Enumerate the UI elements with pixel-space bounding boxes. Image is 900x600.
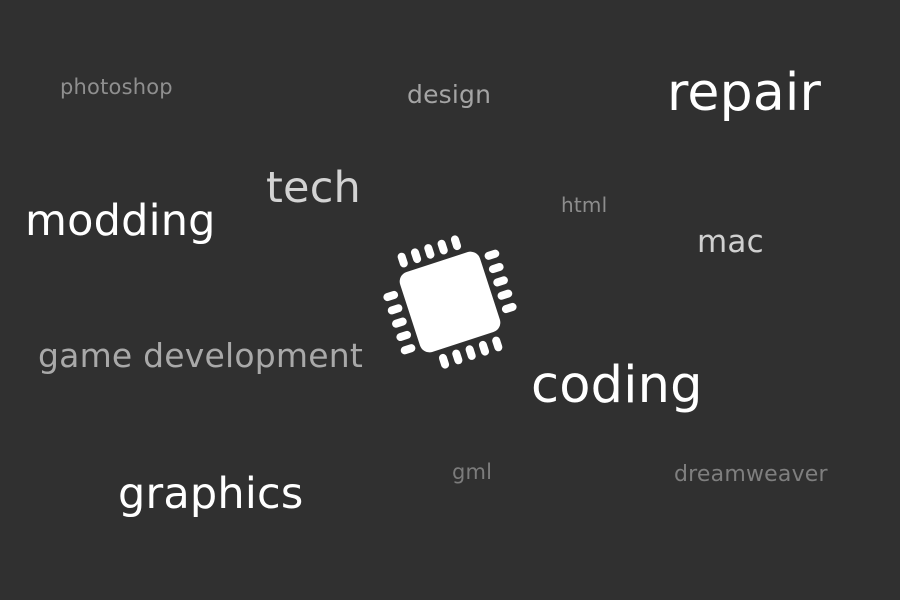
chip-pin [484,249,500,260]
chip-pin [478,340,490,356]
chip-pin [396,330,412,342]
chip-pin [397,252,408,268]
chip-pin [450,235,462,251]
chip-pin [383,290,399,302]
chip-pin [410,248,422,264]
chip-pin [392,317,407,328]
chip-pin [497,289,513,300]
word-photoshop: photoshop [60,75,173,99]
chip-pin [438,353,450,369]
word-gml: gml [452,460,493,484]
chip-pin [492,336,503,352]
word-modding: modding [25,196,216,246]
chip-pin [387,304,403,315]
word-game-development: game development [38,336,363,375]
word-mac: mac [697,224,764,260]
chip-pin [501,302,517,314]
chip-pin [488,262,504,274]
chip-pin [437,239,448,255]
chip-pin [400,344,416,355]
word-repair: repair [667,63,822,123]
word-dreamweaver: dreamweaver [674,462,828,487]
word-coding: coding [531,356,703,415]
word-html: html [561,193,608,217]
chip-pin [493,276,508,287]
word-tech: tech [266,163,362,213]
word-design: design [407,80,492,109]
chip-pin [465,345,476,360]
word-cloud-canvas: photoshop design repair tech html moddin… [0,0,900,600]
chip-body [399,251,501,353]
word-graphics: graphics [118,469,304,519]
chip-pin [452,349,463,365]
cpu-chip-icon [383,235,517,369]
chip-pin [424,244,435,259]
